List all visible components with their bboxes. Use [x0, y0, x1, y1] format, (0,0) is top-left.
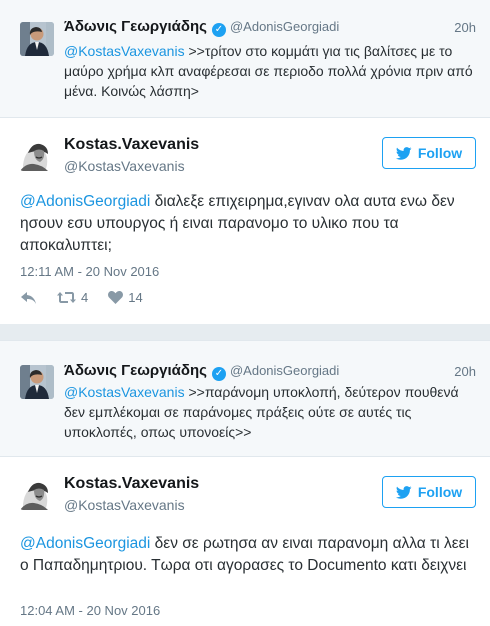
author-name[interactable]: Άδωνις Γεωργιάδης: [64, 362, 207, 379]
follow-button[interactable]: Follow: [382, 476, 476, 508]
author-name[interactable]: Άδωνις Γεωργιάδης: [64, 18, 207, 35]
mention-link[interactable]: @AdonisGeorgiadi: [20, 193, 150, 210]
reply-action[interactable]: [20, 291, 37, 305]
avatar[interactable]: [20, 22, 54, 56]
tweet-timestamp[interactable]: 12:04 AM - 20 Nov 2016: [20, 603, 160, 618]
mention-link[interactable]: @KostasVaxevanis: [64, 384, 185, 400]
author-line: Άδωνις Γεωργιάδης ✓ @AdonisGeorgiadi: [64, 362, 339, 381]
reply-text: @KostasVaxevanis >>τρίτον στο κομμάτι γι…: [64, 41, 478, 101]
author-handle[interactable]: @AdonisGeorgiadi: [230, 363, 339, 378]
tweet-text: @AdonisGeorgiadi διαλεξε επιχειρημα,εγιν…: [20, 191, 480, 257]
tweet-timestamp[interactable]: 12:11 AM - 20 Nov 2016: [20, 264, 159, 279]
avatar[interactable]: [20, 474, 56, 510]
like-action[interactable]: 14: [108, 290, 143, 305]
retweet-count: 4: [81, 290, 89, 305]
reply-icon: [21, 291, 36, 304]
verified-badge-icon: ✓: [211, 367, 226, 381]
author-name[interactable]: Kostas.Vaxevanis: [64, 475, 199, 493]
follow-button[interactable]: Follow: [382, 137, 476, 169]
relative-time[interactable]: 20h: [454, 364, 476, 379]
reply-context-2: Άδωνις Γεωργιάδης ✓ @AdonisGeorgiadi 20h @…: [0, 340, 490, 457]
tweet-actions: 4 14: [20, 290, 163, 305]
follow-label: Follow: [417, 145, 463, 161]
twitter-bird-icon: [395, 485, 412, 499]
verified-badge-icon: ✓: [211, 23, 226, 37]
tweet-text: @AdonisGeorgiadi δεν σε ρωτησα αν ειναι …: [20, 533, 480, 577]
author-line: Άδωνις Γεωργιάδης ✓ @AdonisGeorgiadi: [64, 18, 339, 37]
author-handle[interactable]: @KostasVaxevanis: [64, 158, 185, 174]
mention-link[interactable]: @KostasVaxevanis: [64, 43, 185, 59]
tweet-card: Kostas.Vaxevanis @KostasVaxevanis Follow…: [0, 118, 490, 324]
tweet-card: Kostas.Vaxevanis @KostasVaxevanis Follow…: [0, 457, 490, 626]
follow-label: Follow: [417, 484, 463, 500]
author-handle[interactable]: @KostasVaxevanis: [64, 497, 185, 513]
retweet-icon: [57, 292, 76, 303]
retweet-action[interactable]: 4: [57, 290, 88, 305]
mention-link[interactable]: @AdonisGeorgiadi: [20, 535, 150, 552]
relative-time[interactable]: 20h: [454, 20, 476, 35]
avatar[interactable]: [20, 365, 54, 399]
reply-context-1: Άδωνις Γεωργιάδης ✓ @AdonisGeorgiadi 20h @…: [0, 0, 490, 118]
heart-icon: [108, 291, 124, 304]
twitter-bird-icon: [395, 146, 412, 160]
reply-text: @KostasVaxevanis >>παράνομη υποκλοπή, δε…: [64, 382, 478, 442]
author-name[interactable]: Kostas.Vaxevanis: [64, 136, 199, 154]
avatar[interactable]: [20, 135, 56, 171]
author-handle[interactable]: @AdonisGeorgiadi: [230, 19, 339, 34]
like-count: 14: [128, 290, 143, 305]
